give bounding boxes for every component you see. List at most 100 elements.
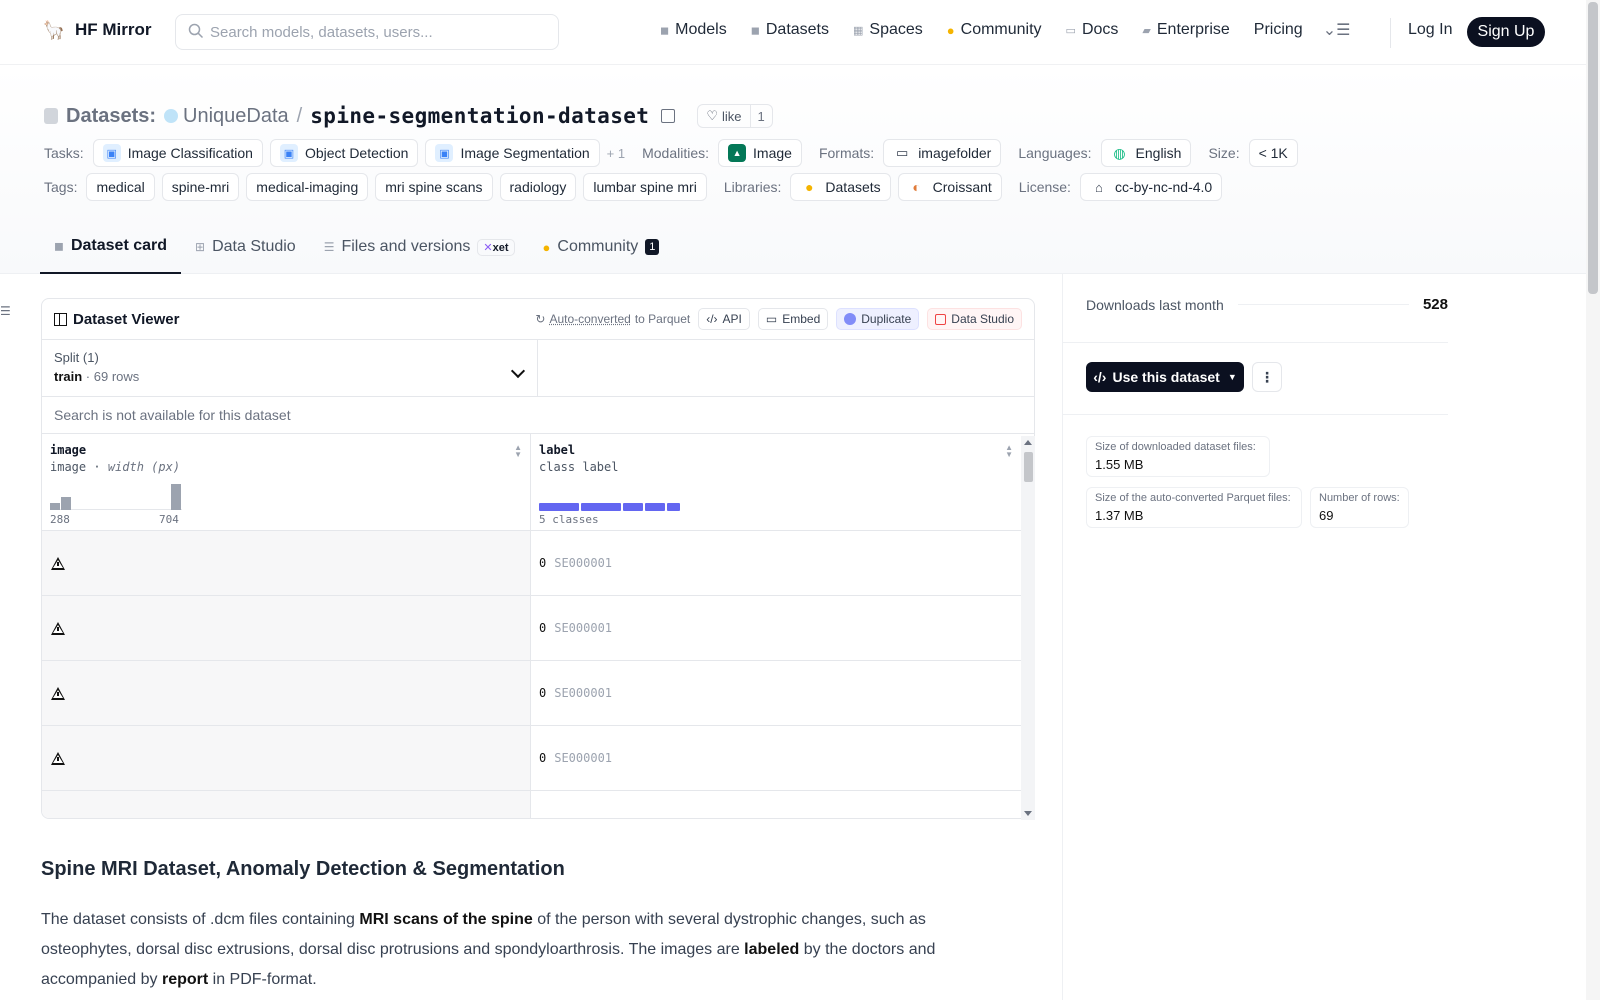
image-cell[interactable] bbox=[42, 531, 531, 595]
scroll-down-icon[interactable] bbox=[1024, 811, 1032, 816]
nav-community[interactable]: ● Community bbox=[947, 21, 1042, 39]
viewer-title-text: Dataset Viewer bbox=[73, 310, 180, 328]
scrollbar-thumb[interactable] bbox=[1024, 452, 1033, 482]
dataset-name[interactable]: spine-segmentation-dataset bbox=[310, 104, 649, 128]
nav-spaces[interactable]: ▦ Spaces bbox=[853, 21, 923, 39]
readme-paragraph: The dataset consists of .dcm files conta… bbox=[41, 905, 941, 995]
label-cell[interactable] bbox=[531, 791, 1021, 818]
library-chip[interactable]: ● Datasets bbox=[790, 173, 891, 201]
page-scrollbar[interactable] bbox=[1586, 0, 1600, 1000]
tag-chip[interactable]: mri spine scans bbox=[375, 173, 493, 201]
table-row[interactable]: 0 SE000001 bbox=[42, 661, 1034, 726]
duplicate-button[interactable]: Duplicate bbox=[836, 308, 920, 330]
class-segment[interactable] bbox=[645, 503, 665, 511]
class-segment[interactable] bbox=[539, 503, 579, 511]
embed-button[interactable]: ▭ Embed bbox=[757, 308, 829, 330]
label-cell[interactable]: 0 SE000001 bbox=[531, 531, 1021, 595]
label-name: SE000001 bbox=[554, 621, 613, 635]
like-label: like bbox=[722, 108, 742, 124]
tag-chip[interactable]: medical-imaging bbox=[246, 173, 369, 201]
readme-title: Spine MRI Dataset, Anomaly Detection & S… bbox=[41, 858, 565, 880]
language-chip[interactable]: ◍ English bbox=[1100, 139, 1192, 167]
api-button[interactable]: ‹/› API bbox=[698, 308, 750, 330]
split-selector-row: Split (1) train · 69 rows bbox=[42, 340, 1034, 397]
image-cell[interactable] bbox=[42, 596, 531, 660]
use-this-dataset-button[interactable]: ‹/› Use this dataset ▼ bbox=[1086, 362, 1244, 392]
auto-converted-link[interactable]: Auto-converted bbox=[549, 312, 630, 326]
copy-icon[interactable] bbox=[661, 109, 676, 123]
task-chip[interactable]: ▣ Image Segmentation bbox=[425, 139, 600, 167]
breadcrumb-section[interactable]: Datasets: bbox=[66, 105, 156, 128]
image-cell[interactable] bbox=[42, 726, 531, 790]
size-chip[interactable]: < 1K bbox=[1248, 139, 1298, 167]
histogram-bar[interactable] bbox=[171, 484, 181, 510]
chevron-down-icon: ▼ bbox=[1227, 372, 1237, 382]
login-link[interactable]: Log In bbox=[1408, 21, 1452, 39]
brand-link[interactable]: 🦙 HF Mirror bbox=[42, 18, 152, 42]
nav-more-menu[interactable]: ⌄☰ bbox=[1323, 20, 1351, 40]
split-dropdown[interactable]: Split (1) train · 69 rows bbox=[42, 340, 538, 396]
class-segment[interactable] bbox=[667, 503, 680, 511]
task-label: Image Segmentation bbox=[460, 145, 590, 161]
sort-icon[interactable]: ▲ ▼ bbox=[514, 444, 522, 459]
tag-chip[interactable]: radiology bbox=[499, 173, 577, 201]
breadcrumb-org[interactable]: UniqueData bbox=[164, 105, 289, 128]
library-chip[interactable]: ◐ Croissant bbox=[897, 173, 1002, 201]
viewer-scrollbar[interactable] bbox=[1021, 436, 1035, 820]
nav-docs[interactable]: ▭ Docs bbox=[1066, 21, 1119, 39]
sort-icon[interactable]: ▲ ▼ bbox=[1005, 444, 1013, 459]
tab-community[interactable]: ● Community 1 bbox=[529, 220, 674, 274]
table-row[interactable]: 0 SE000001 bbox=[42, 596, 1034, 661]
image-cell[interactable] bbox=[42, 661, 531, 725]
label-name: SE000001 bbox=[554, 686, 613, 700]
nav-datasets[interactable]: ◼ Datasets bbox=[751, 21, 829, 39]
image-cell[interactable] bbox=[42, 791, 531, 818]
task-chip[interactable]: ▣ Object Detection bbox=[269, 139, 419, 167]
tab-files-and-versions[interactable]: ☰ Files and versions ✕xet bbox=[310, 220, 529, 274]
label-cell[interactable]: 0 SE000001 bbox=[531, 661, 1021, 725]
table-row[interactable]: 0 SE000001 bbox=[42, 726, 1034, 791]
column-header-label[interactable]: label class label ▲ ▼ 5 classes bbox=[531, 434, 1021, 530]
tasks-more[interactable]: + 1 bbox=[607, 146, 625, 161]
modality-chip[interactable]: ▲ Image bbox=[718, 139, 802, 167]
table-row[interactable]: 0 SE000001 bbox=[42, 531, 1034, 596]
more-options-button[interactable]: ⋮ bbox=[1252, 362, 1282, 392]
class-segment[interactable] bbox=[623, 503, 643, 511]
scroll-up-icon[interactable] bbox=[1024, 440, 1032, 445]
column-header-image[interactable]: image image · width (px) ▲ ▼ 288 704 bbox=[42, 434, 531, 530]
format-chip[interactable]: ▭ imagefolder bbox=[883, 139, 1002, 167]
tag-chip[interactable]: medical bbox=[86, 173, 155, 201]
nav-pricing[interactable]: Pricing bbox=[1254, 21, 1303, 39]
license-label: cc-by-nc-nd-4.0 bbox=[1114, 179, 1213, 195]
table-row[interactable] bbox=[42, 791, 1034, 818]
tab-data-studio[interactable]: ⊞ Data Studio bbox=[181, 220, 310, 274]
search-input[interactable]: Search models, datasets, users... bbox=[175, 14, 559, 50]
tab-dataset-card[interactable]: ◼ Dataset card bbox=[40, 220, 182, 274]
label-cell[interactable]: 0 SE000001 bbox=[531, 596, 1021, 660]
page-scrollbar-thumb[interactable] bbox=[1588, 2, 1598, 294]
column-name: label bbox=[539, 443, 576, 457]
license-chip[interactable]: ⌂ cc-by-nc-nd-4.0 bbox=[1079, 173, 1223, 201]
nav-enterprise[interactable]: ▰ Enterprise bbox=[1142, 21, 1229, 39]
histogram-bar[interactable] bbox=[61, 497, 71, 510]
data-studio-button[interactable]: Data Studio bbox=[927, 308, 1022, 330]
histogram-bar[interactable] bbox=[50, 503, 60, 510]
nav-models[interactable]: ◼ Models bbox=[660, 21, 727, 39]
sidebar-toggle-icon[interactable]: ☰ bbox=[0, 304, 11, 318]
label-cell[interactable]: 0 SE000001 bbox=[531, 726, 1021, 790]
histogram-max-label: 704 bbox=[159, 513, 179, 526]
stat-download-size: Size of downloaded dataset files: 1.55 M… bbox=[1086, 436, 1270, 477]
class-segment[interactable] bbox=[581, 503, 621, 511]
search-placeholder: Search models, datasets, users... bbox=[210, 23, 433, 41]
signup-button[interactable]: Sign Up bbox=[1467, 17, 1545, 47]
tab-label: Dataset card bbox=[70, 237, 168, 254]
like-button[interactable]: ♡ like 1 bbox=[697, 104, 773, 128]
label-name: SE000001 bbox=[554, 556, 613, 570]
split-label: Split (1) bbox=[54, 350, 99, 365]
task-chip[interactable]: ▣ Image Classification bbox=[92, 139, 263, 167]
briefcase-icon: ▰ bbox=[1142, 24, 1151, 37]
tag-chip[interactable]: spine-mri bbox=[161, 173, 240, 201]
org-avatar bbox=[164, 109, 179, 123]
tag-chip[interactable]: lumbar spine mri bbox=[583, 173, 707, 201]
stat-value: 1.55 MB bbox=[1095, 457, 1144, 472]
